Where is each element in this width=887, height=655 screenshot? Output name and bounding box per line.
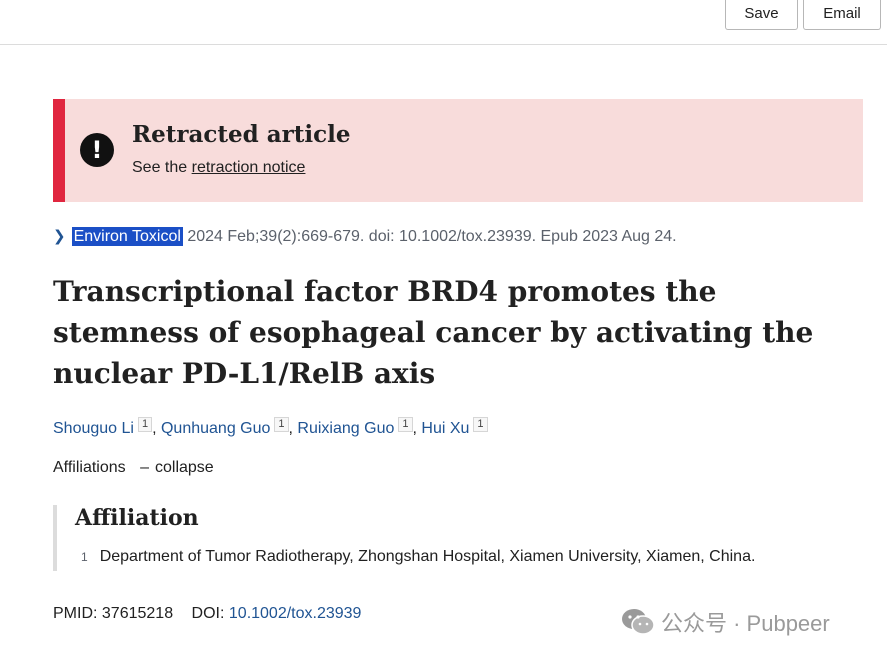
affiliation-ref[interactable]: 1 [473,417,488,432]
collapse-label: collapse [155,459,214,476]
save-button[interactable]: Save [725,0,798,30]
author-link[interactable]: Qunhuang Guo [161,420,270,437]
watermark-text: 公众号 · Pubpeer [661,611,830,636]
author-link[interactable]: Shouguo Li [53,420,134,437]
doi-label: DOI: [191,605,225,622]
affiliation-number: 1 [81,550,88,564]
citation-line: ❯ Environ Toxicol 2024 Feb;39(2):669-679.… [53,227,677,246]
affiliation-ref[interactable]: 1 [137,417,153,432]
author-link[interactable]: Hui Xu [421,420,469,437]
email-button[interactable]: Email [803,0,881,30]
affiliation-text: Department of Tumor Radiotherapy, Zhongs… [99,548,756,565]
retraction-notice-text: See the retraction notice [132,159,305,177]
retraction-banner: ! Retracted article See the retraction n… [53,99,863,202]
affiliations-toggle-row: Affiliations – collapse [53,459,214,477]
author-list: Shouguo Li 1, Qunhuang Guo 1, Ruixiang Guo… [53,417,488,438]
identifiers-row: PMID: 37615218 DOI: 10.1002/tox.23939 [53,605,361,623]
collapse-dash-icon: – [140,459,149,476]
affiliation-ref[interactable]: 1 [398,417,413,432]
retraction-notice-link[interactable]: retraction notice [192,159,306,176]
journal-name[interactable]: Environ Toxicol [71,227,183,246]
exclamation-icon: ! [80,133,114,167]
wechat-icon [622,609,655,635]
doi-link[interactable]: 10.1002/tox.23939 [229,605,362,622]
citation-details: 2024 Feb;39(2):669-679. doi: 10.1002/tox… [187,228,677,245]
retraction-title: Retracted article [132,121,351,148]
retraction-notice-prefix: See the [132,159,188,176]
affiliations-label: Affiliations [53,459,126,476]
affiliation-panel: Affiliation 1 Department of Tumor Radioth… [53,505,867,571]
watermark: 公众号 · Pubpeer [621,606,830,638]
article-title: Transcriptional factor BRD4 promotes the… [53,275,814,390]
pmid-value: 37615218 [101,605,174,622]
affiliation-item: 1 Department of Tumor Radiotherapy, Zhong… [81,548,755,566]
affiliation-ref[interactable]: 1 [274,417,289,432]
author-link[interactable]: Ruixiang Guo [297,420,394,437]
affiliation-heading: Affiliation [75,505,199,531]
collapse-toggle[interactable]: – collapse [140,459,214,476]
chevron-right-icon[interactable]: ❯ [53,227,66,245]
top-toolbar: Save Email [0,0,887,45]
pmid-label: PMID: [53,605,98,622]
